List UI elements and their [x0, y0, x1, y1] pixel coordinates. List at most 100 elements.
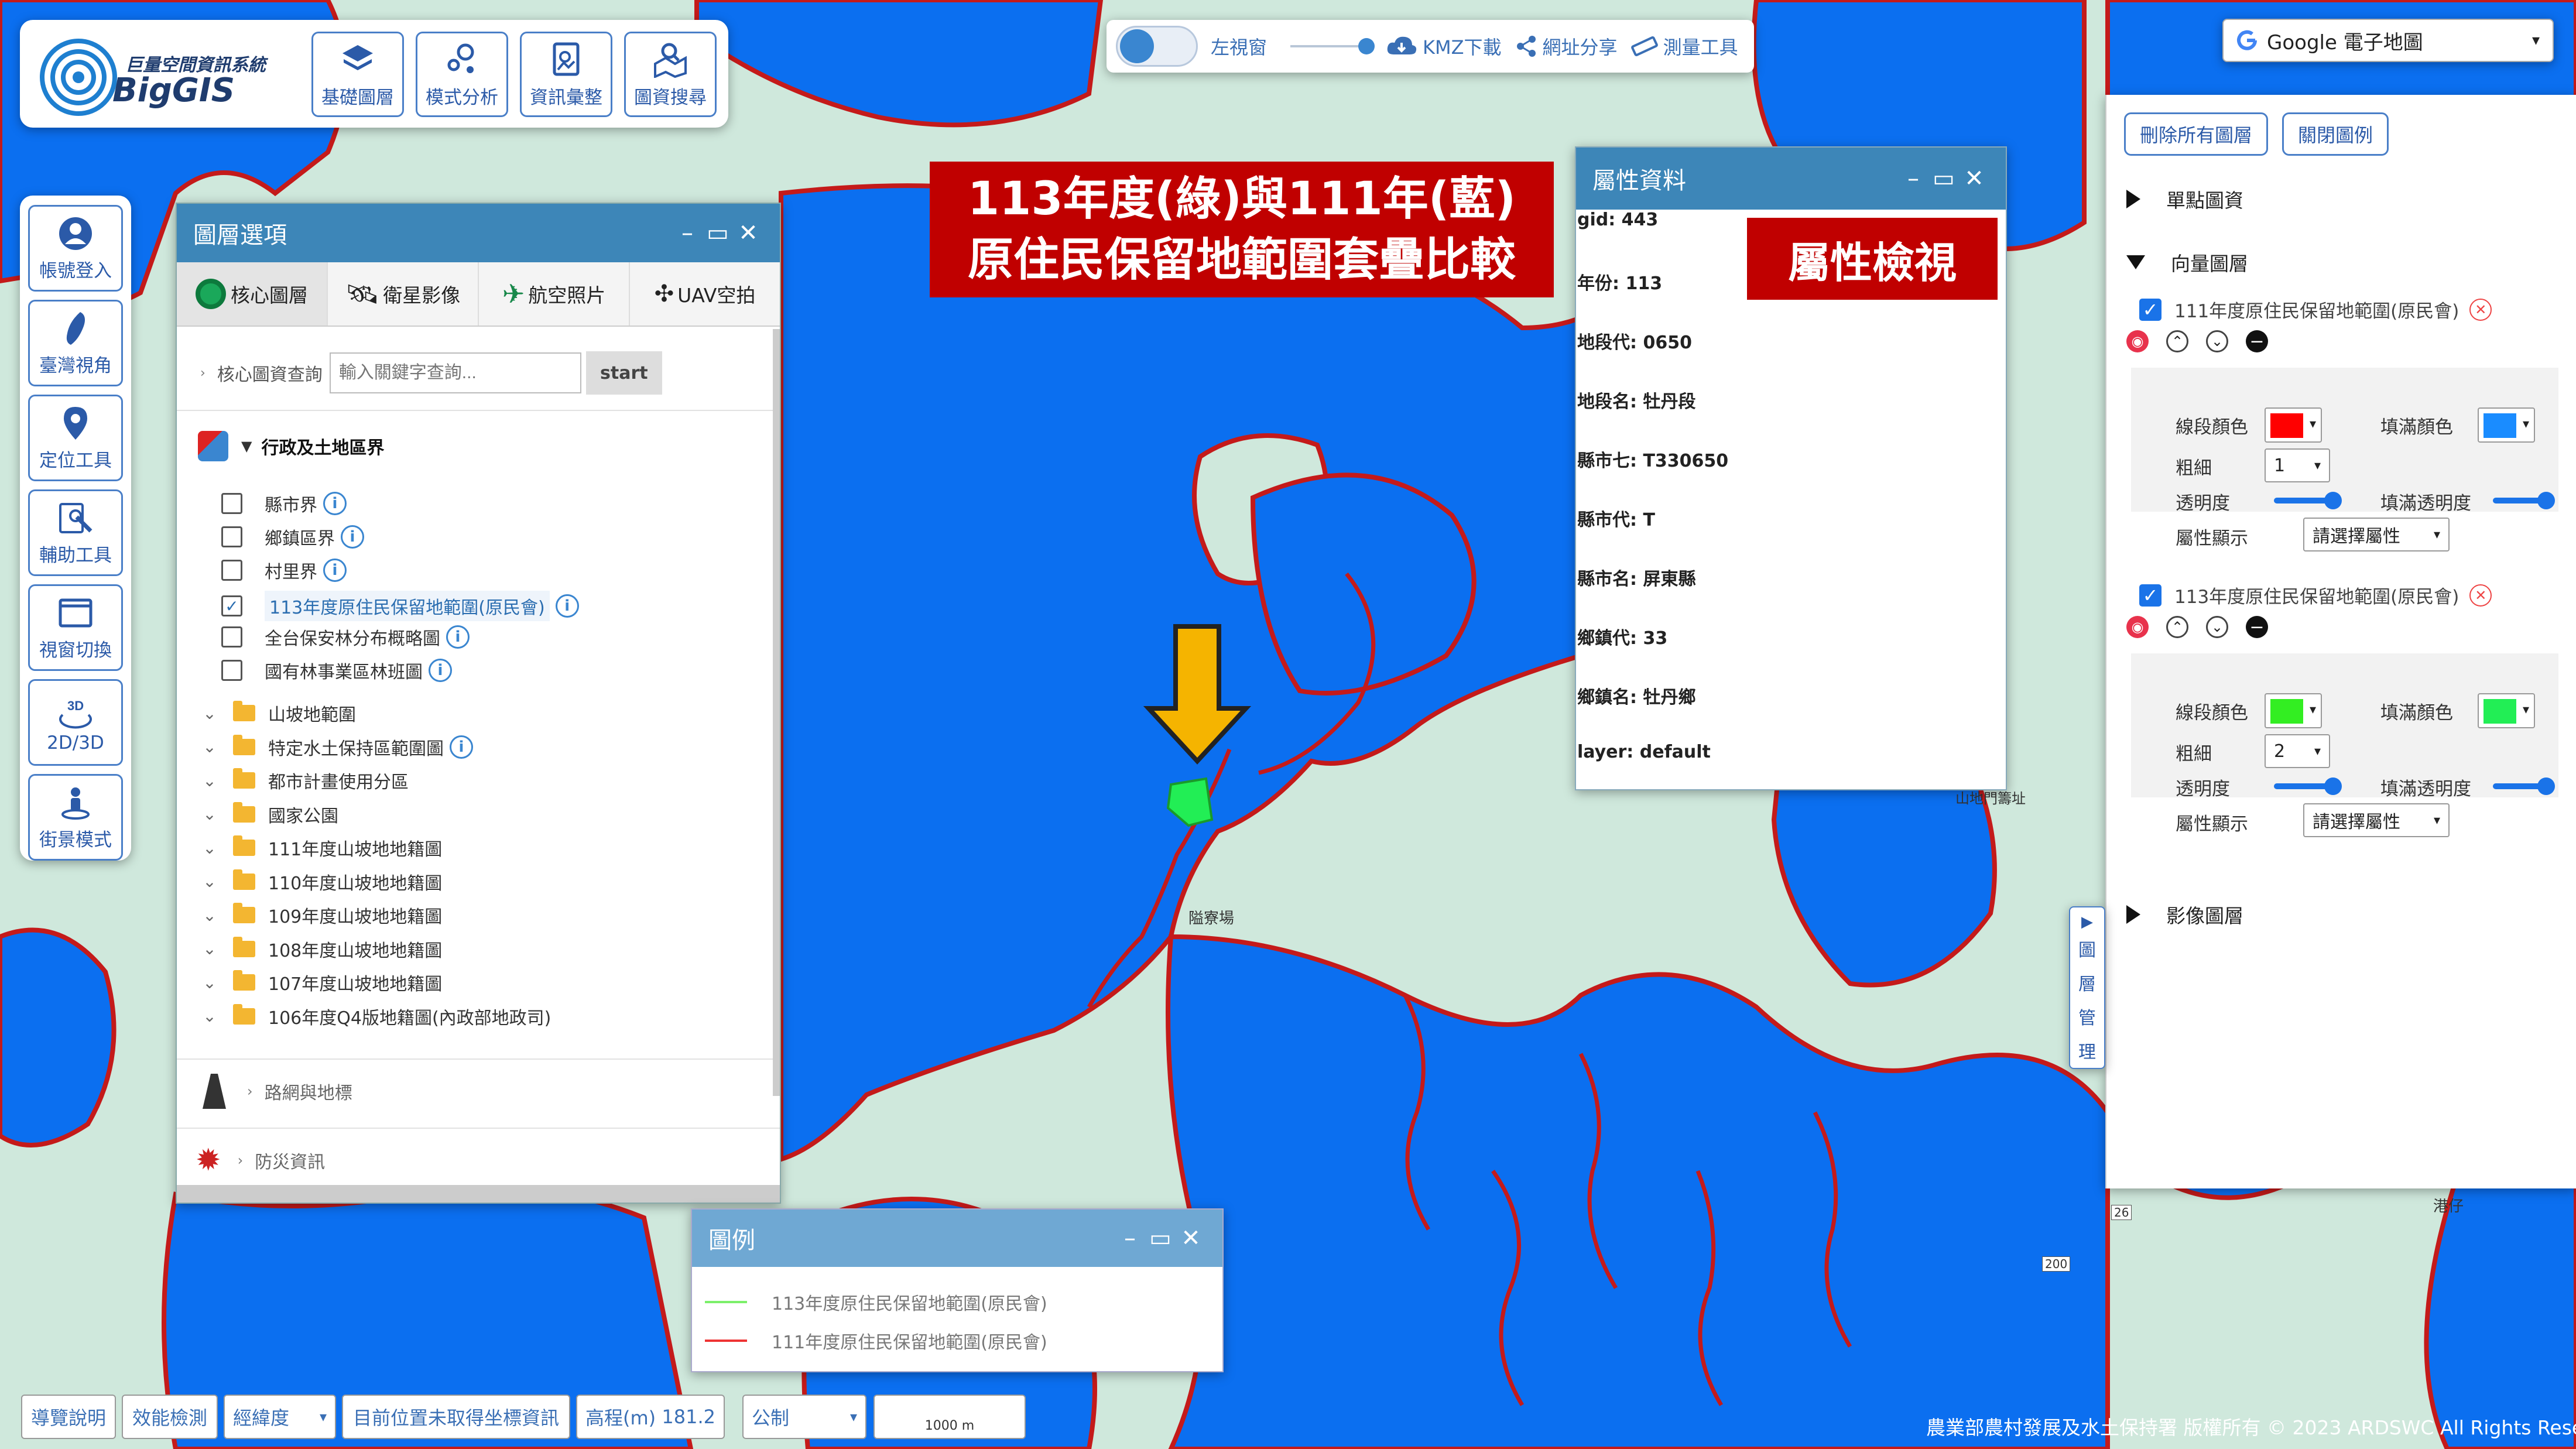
maximize-icon[interactable]: ▭	[703, 220, 733, 246]
maximize-icon[interactable]: ▭	[1928, 165, 1959, 192]
collapse-minus-icon[interactable]: −	[2246, 616, 2268, 638]
coord-type-select[interactable]: 經緯度 ▾	[224, 1395, 336, 1439]
close-icon[interactable]: ✕	[1959, 165, 1989, 192]
streetview-button[interactable]: 街景模式	[28, 774, 123, 861]
delete-all-layers-button[interactable]: 刪除所有圖層	[2124, 112, 2269, 156]
minimize-icon[interactable]: –	[1115, 1225, 1145, 1252]
close-icon[interactable]: ✕	[1176, 1225, 1206, 1252]
attribute-display-select[interactable]: 請選擇屬性 ▾	[2303, 803, 2450, 837]
basemap-select[interactable]: Google 電子地圖 ▾	[2222, 19, 2554, 62]
minimize-icon[interactable]: –	[1898, 165, 1928, 192]
info-icon[interactable]: i	[446, 625, 470, 649]
layer-checkbox[interactable]: ✓	[221, 595, 242, 616]
layer-folder-item[interactable]: ⌄ 109年度山坡地地籍圖	[198, 902, 442, 928]
measure-tool-button[interactable]: 測量工具	[1630, 33, 1738, 60]
chevron-down-icon[interactable]: ⌄	[198, 737, 221, 756]
layer-checkbox[interactable]	[221, 526, 242, 547]
group-road-network[interactable]: › 路網與地標	[203, 1074, 352, 1109]
info-icon[interactable]: i	[429, 659, 452, 682]
maximize-icon[interactable]: ▭	[1145, 1225, 1176, 1252]
section-vector-layers[interactable]: 向量圖層	[2126, 248, 2248, 276]
left-window-toggle[interactable]	[1116, 26, 1198, 67]
layer-checkbox[interactable]	[221, 626, 242, 648]
chevron-down-icon[interactable]: ⌄	[198, 1006, 221, 1026]
move-down-icon[interactable]: ⌄	[2206, 616, 2228, 638]
info-icon[interactable]: i	[450, 735, 473, 759]
section-single-point[interactable]: 單點圖資	[2126, 185, 2243, 213]
share-url-button[interactable]: 網址分享	[1515, 33, 1618, 60]
locate-layer-icon[interactable]: ◉	[2126, 330, 2149, 352]
layer-checkbox[interactable]	[221, 493, 242, 514]
panel-scrollbar[interactable]	[773, 329, 780, 1096]
info-icon[interactable]: i	[555, 594, 579, 618]
layer-folder-item[interactable]: ⌄ 107年度山坡地地籍圖	[198, 970, 442, 995]
layer-check-item[interactable]: 村里界 i	[221, 557, 347, 583]
fill-color-picker[interactable]: ▾	[2478, 693, 2535, 728]
chevron-down-icon[interactable]: ⌄	[198, 704, 221, 723]
layer-check-item[interactable]: 縣市界 i	[221, 491, 347, 516]
fill-opacity-slider[interactable]	[2493, 492, 2555, 509]
layer-manager-side-tab[interactable]: ▶ 圖 層 管 理	[2069, 906, 2105, 1069]
layer-folder-item[interactable]: ⌄ 國家公園	[198, 801, 338, 827]
perf-test-button[interactable]: 效能檢測	[122, 1395, 218, 1439]
info-summary-button[interactable]: 資訊彙整	[520, 32, 612, 117]
base-layers-button[interactable]: 基礎圖層	[311, 32, 404, 117]
thickness-select[interactable]: 2 ▾	[2265, 734, 2330, 768]
move-up-icon[interactable]: ⌃	[2166, 330, 2188, 352]
layer-visible-checkbox[interactable]: ✓	[2139, 298, 2161, 321]
legend-titlebar[interactable]: 圖例 – ▭ ✕	[692, 1210, 1222, 1267]
locate-layer-icon[interactable]: ◉	[2126, 616, 2149, 638]
tab-aerial-photo[interactable]: ✈ 航空照片	[479, 262, 630, 326]
toggle-2d-3d-button[interactable]: 3D 2D/3D	[28, 679, 123, 766]
close-icon[interactable]: ✕	[733, 220, 763, 246]
remove-layer-icon[interactable]: ✕	[2469, 298, 2492, 321]
group-disaster-info[interactable]: ✹ › 防災資訊	[196, 1143, 325, 1178]
section-image-layers[interactable]: 影像圖層	[2126, 900, 2243, 929]
window-slider[interactable]	[1290, 38, 1375, 54]
move-up-icon[interactable]: ⌃	[2166, 616, 2188, 638]
chevron-down-icon[interactable]: ⌄	[198, 804, 221, 824]
core-search-input[interactable]	[329, 352, 581, 393]
account-login-button[interactable]: 帳號登入	[28, 205, 123, 292]
layer-check-item[interactable]: ✓ 113年度原住民保留地範圍(原民會) i	[221, 591, 579, 621]
group-admin-boundaries[interactable]: ▼ 行政及土地區界	[198, 431, 384, 461]
taiwan-view-button[interactable]: 臺灣視角	[28, 300, 123, 386]
layer-panel-titlebar[interactable]: 圖層選項 – ▭ ✕	[177, 204, 780, 262]
tab-satellite[interactable]: 🛰 衛星影像	[328, 262, 479, 326]
search-start-button[interactable]: start	[585, 351, 662, 395]
model-analysis-button[interactable]: 模式分析	[416, 32, 508, 117]
chevron-down-icon[interactable]: ⌄	[198, 973, 221, 992]
opacity-slider[interactable]	[2274, 777, 2342, 795]
layer-checkbox[interactable]	[221, 660, 242, 681]
panel-hscrollbar[interactable]	[177, 1185, 780, 1203]
window-switch-button[interactable]: 視窗切換	[28, 584, 123, 671]
chevron-down-icon[interactable]: ⌄	[198, 939, 221, 958]
locate-tool-button[interactable]: 定位工具	[28, 395, 123, 481]
layer-check-item[interactable]: 鄉鎮區界 i	[221, 524, 364, 550]
layer-folder-item[interactable]: ⌄ 111年度山坡地地籍圖	[198, 835, 442, 861]
layer-folder-item[interactable]: ⌄ 110年度山坡地地籍圖	[198, 869, 442, 895]
layer-check-item[interactable]: 全台保安林分布概略圖 i	[221, 624, 470, 650]
thickness-select[interactable]: 1 ▾	[2265, 448, 2330, 482]
fill-opacity-slider[interactable]	[2493, 777, 2555, 795]
close-legend-button[interactable]: 關閉圖例	[2282, 112, 2389, 156]
fill-color-picker[interactable]: ▾	[2478, 407, 2535, 443]
layer-checkbox[interactable]	[221, 560, 242, 581]
chevron-down-icon[interactable]: ⌄	[198, 838, 221, 858]
info-icon[interactable]: i	[323, 559, 347, 582]
layer-folder-item[interactable]: ⌄ 108年度山坡地地籍圖	[198, 936, 442, 962]
layer-folder-item[interactable]: ⌄ 106年度Q4版地籍圖(內政部地政司)	[198, 1003, 551, 1029]
layer-folder-item[interactable]: ⌄ 都市計畫使用分區	[198, 768, 409, 793]
biggis-logo[interactable]: 巨量空間資訊系統 BigGIS	[37, 30, 295, 118]
line-color-picker[interactable]: ▾	[2265, 693, 2322, 728]
collapse-minus-icon[interactable]: −	[2246, 330, 2268, 352]
layer-folder-item[interactable]: ⌄ 特定水土保持區範圍圖 i	[198, 734, 473, 760]
tab-core-layers[interactable]: 核心圖層	[177, 262, 328, 326]
aux-tools-button[interactable]: 輔助工具	[28, 489, 123, 576]
layer-visible-checkbox[interactable]: ✓	[2139, 584, 2161, 607]
unit-select[interactable]: 公制 ▾	[742, 1395, 866, 1439]
move-down-icon[interactable]: ⌄	[2206, 330, 2228, 352]
map-search-button[interactable]: 圖資搜尋	[624, 32, 717, 117]
info-icon[interactable]: i	[341, 525, 364, 549]
info-icon[interactable]: i	[323, 492, 347, 515]
